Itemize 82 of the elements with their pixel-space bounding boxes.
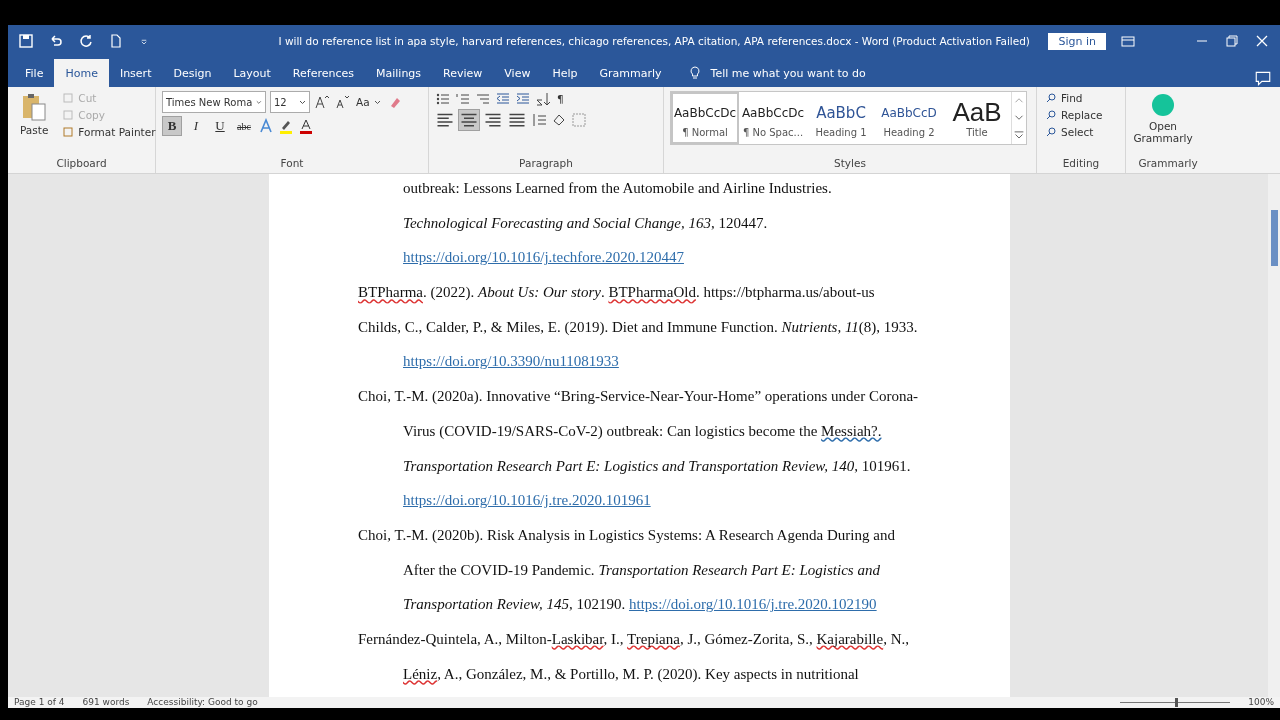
- reference-line: Virus (COVID-19/SARS-CoV-2) outbreak: Can logistics become the Messiah?.: [403, 422, 882, 439]
- group-label: Font: [279, 157, 305, 171]
- ribbon-tab[interactable]: Design: [162, 59, 223, 87]
- zoom-level[interactable]: 100%: [1248, 697, 1280, 708]
- clipboard-action[interactable]: Format Painter: [60, 125, 158, 139]
- comments-icon[interactable]: [1254, 69, 1272, 87]
- editing-action[interactable]: Find: [1043, 91, 1105, 105]
- logo-icon: [1150, 92, 1176, 118]
- group-label: Grammarly: [1137, 157, 1199, 171]
- tell-me-field[interactable]: Tell me what you want to do: [710, 66, 866, 80]
- new-document-icon[interactable]: [108, 33, 124, 49]
- undo-icon[interactable]: [48, 33, 64, 49]
- ribbon-display-icon[interactable]: [1120, 33, 1136, 49]
- format-button[interactable]: B: [162, 116, 182, 136]
- caret-icon[interactable]: [299, 99, 306, 105]
- shading-icon[interactable]: [551, 112, 567, 128]
- redo-icon[interactable]: [78, 33, 94, 49]
- sign-in-button[interactable]: Sign in: [1048, 32, 1106, 50]
- change-case-button[interactable]: Aa: [354, 95, 383, 109]
- reference-line: Transportation Research Part E: Logistics and Transportation Review, 140, 101961.: [403, 457, 911, 474]
- ribbon-tab[interactable]: Help: [541, 59, 589, 87]
- search-icon: [1045, 109, 1057, 121]
- reference-line: Fernández-Quintela, A., Milton-Laskibar, I., Trepiana, J., Gómez-Zorita, S., Kajarabille, N.,: [358, 630, 909, 647]
- group-label: Editing: [1061, 157, 1101, 171]
- reference-line: Choi, T.-M. (2020a). Innovative “Bring-Service-Near-Your-Home” operations under Corona-: [358, 388, 919, 405]
- grow-font-icon[interactable]: [314, 94, 330, 110]
- font-name-field[interactable]: Times New Roma: [162, 91, 266, 113]
- restore-icon[interactable]: [1224, 33, 1240, 49]
- save-icon[interactable]: [18, 33, 34, 49]
- ribbon-tab[interactable]: Review: [432, 59, 494, 87]
- search-icon: [1045, 126, 1057, 138]
- close-icon[interactable]: [1254, 33, 1270, 49]
- editing-action[interactable]: Replace: [1043, 108, 1105, 122]
- accessibility-status[interactable]: Accessibility: Good to go: [147, 697, 258, 708]
- search-icon: [1045, 92, 1057, 104]
- style-gallery-item[interactable]: AaBbCcDc ¶ Normal: [671, 92, 739, 144]
- ribbon-tab[interactable]: References: [281, 59, 365, 87]
- font-size-field[interactable]: 12: [270, 91, 310, 113]
- sort-icon[interactable]: [535, 91, 551, 107]
- ribbon-tab[interactable]: View: [493, 59, 542, 87]
- ribbon-tab[interactable]: File: [14, 59, 55, 87]
- format-button[interactable]: abc: [234, 116, 254, 136]
- ribbon-tab[interactable]: Insert: [108, 59, 163, 87]
- word-count[interactable]: 691 words: [82, 697, 130, 708]
- page-count[interactable]: Page 1 of 4: [14, 697, 65, 708]
- align-icon[interactable]: [459, 110, 479, 130]
- highlight-icon[interactable]: [278, 118, 294, 134]
- ribbon-tab[interactable]: Mailings: [365, 59, 433, 87]
- window-title: I will do reference list in apa style, harvard references, chicago references, APA citation, APA references.docx - Word (Product Activation Failed): [277, 35, 1031, 47]
- multilevel-list-icon[interactable]: [475, 91, 491, 107]
- doi-link[interactable]: https://doi.org/10.1016/j.techfore.2020.120447: [403, 249, 684, 266]
- open-grammarly-button[interactable]: Open Grammarly: [1132, 91, 1194, 157]
- shrink-font-icon[interactable]: [334, 94, 350, 110]
- format-button[interactable]: I: [186, 116, 206, 136]
- doi-link[interactable]: https://doi.org/10.1016/j.tre.2020.102190: [629, 596, 877, 613]
- reference-line: Choi, T.-M. (2020b). Risk Analysis in Logistics Systems: A Research Agenda During and: [358, 526, 895, 543]
- bullets-icon[interactable]: [435, 91, 451, 107]
- group-label: Paragraph: [518, 157, 574, 171]
- text-effects-icon[interactable]: [258, 118, 274, 134]
- reference-line: Technological Forecasting and Social Change, 163, 120447.: [403, 214, 768, 231]
- reference-line: Transportation Review, 145, 102190. https://doi.org/10.1016/j.tre.2020.102190: [403, 596, 877, 613]
- doi-link[interactable]: https://doi.org/10.3390/nu11081933: [403, 353, 619, 370]
- paste-button[interactable]: Paste: [14, 91, 55, 157]
- format-button[interactable]: U: [210, 116, 230, 136]
- group-label: Clipboard: [55, 157, 108, 171]
- font-color-icon[interactable]: [298, 118, 314, 134]
- clipboard-icon: [20, 92, 49, 122]
- reference-line: Childs, C., Calder, P., & Miles, E. (2019). Diet and Immune Function. Nutrients, 11(8), 1933.: [358, 318, 918, 335]
- ribbon-tab[interactable]: Home: [54, 59, 109, 87]
- zoom-slider[interactable]: [1120, 698, 1231, 707]
- group-label: Styles: [833, 157, 867, 171]
- reference-line: After the COVID-19 Pandemic. Transportation Research Part E: Logistics and: [403, 561, 880, 578]
- reference-line: BTPharma. (2022). About Us: Our story. BTPharmaOld. https://btpharma.us/about-us: [358, 284, 875, 301]
- editing-action[interactable]: Select: [1043, 125, 1105, 139]
- reference-line: outbreak: Lessons Learned from the Automobile and Airline Industries.: [403, 180, 832, 196]
- vertical-scrollbar[interactable]: [1268, 174, 1280, 697]
- ribbon-tab[interactable]: Layout: [222, 59, 282, 87]
- show-formatting-button[interactable]: ¶: [555, 92, 566, 106]
- caret-icon[interactable]: [373, 99, 381, 105]
- reference-line: Léniz, A., González, M., & Portillo, M. P. (2020). Key aspects in nutritional: [403, 665, 859, 682]
- ribbon-tab[interactable]: Grammarly: [588, 59, 673, 87]
- doi-link[interactable]: https://doi.org/10.1016/j.tre.2020.101961: [403, 492, 651, 509]
